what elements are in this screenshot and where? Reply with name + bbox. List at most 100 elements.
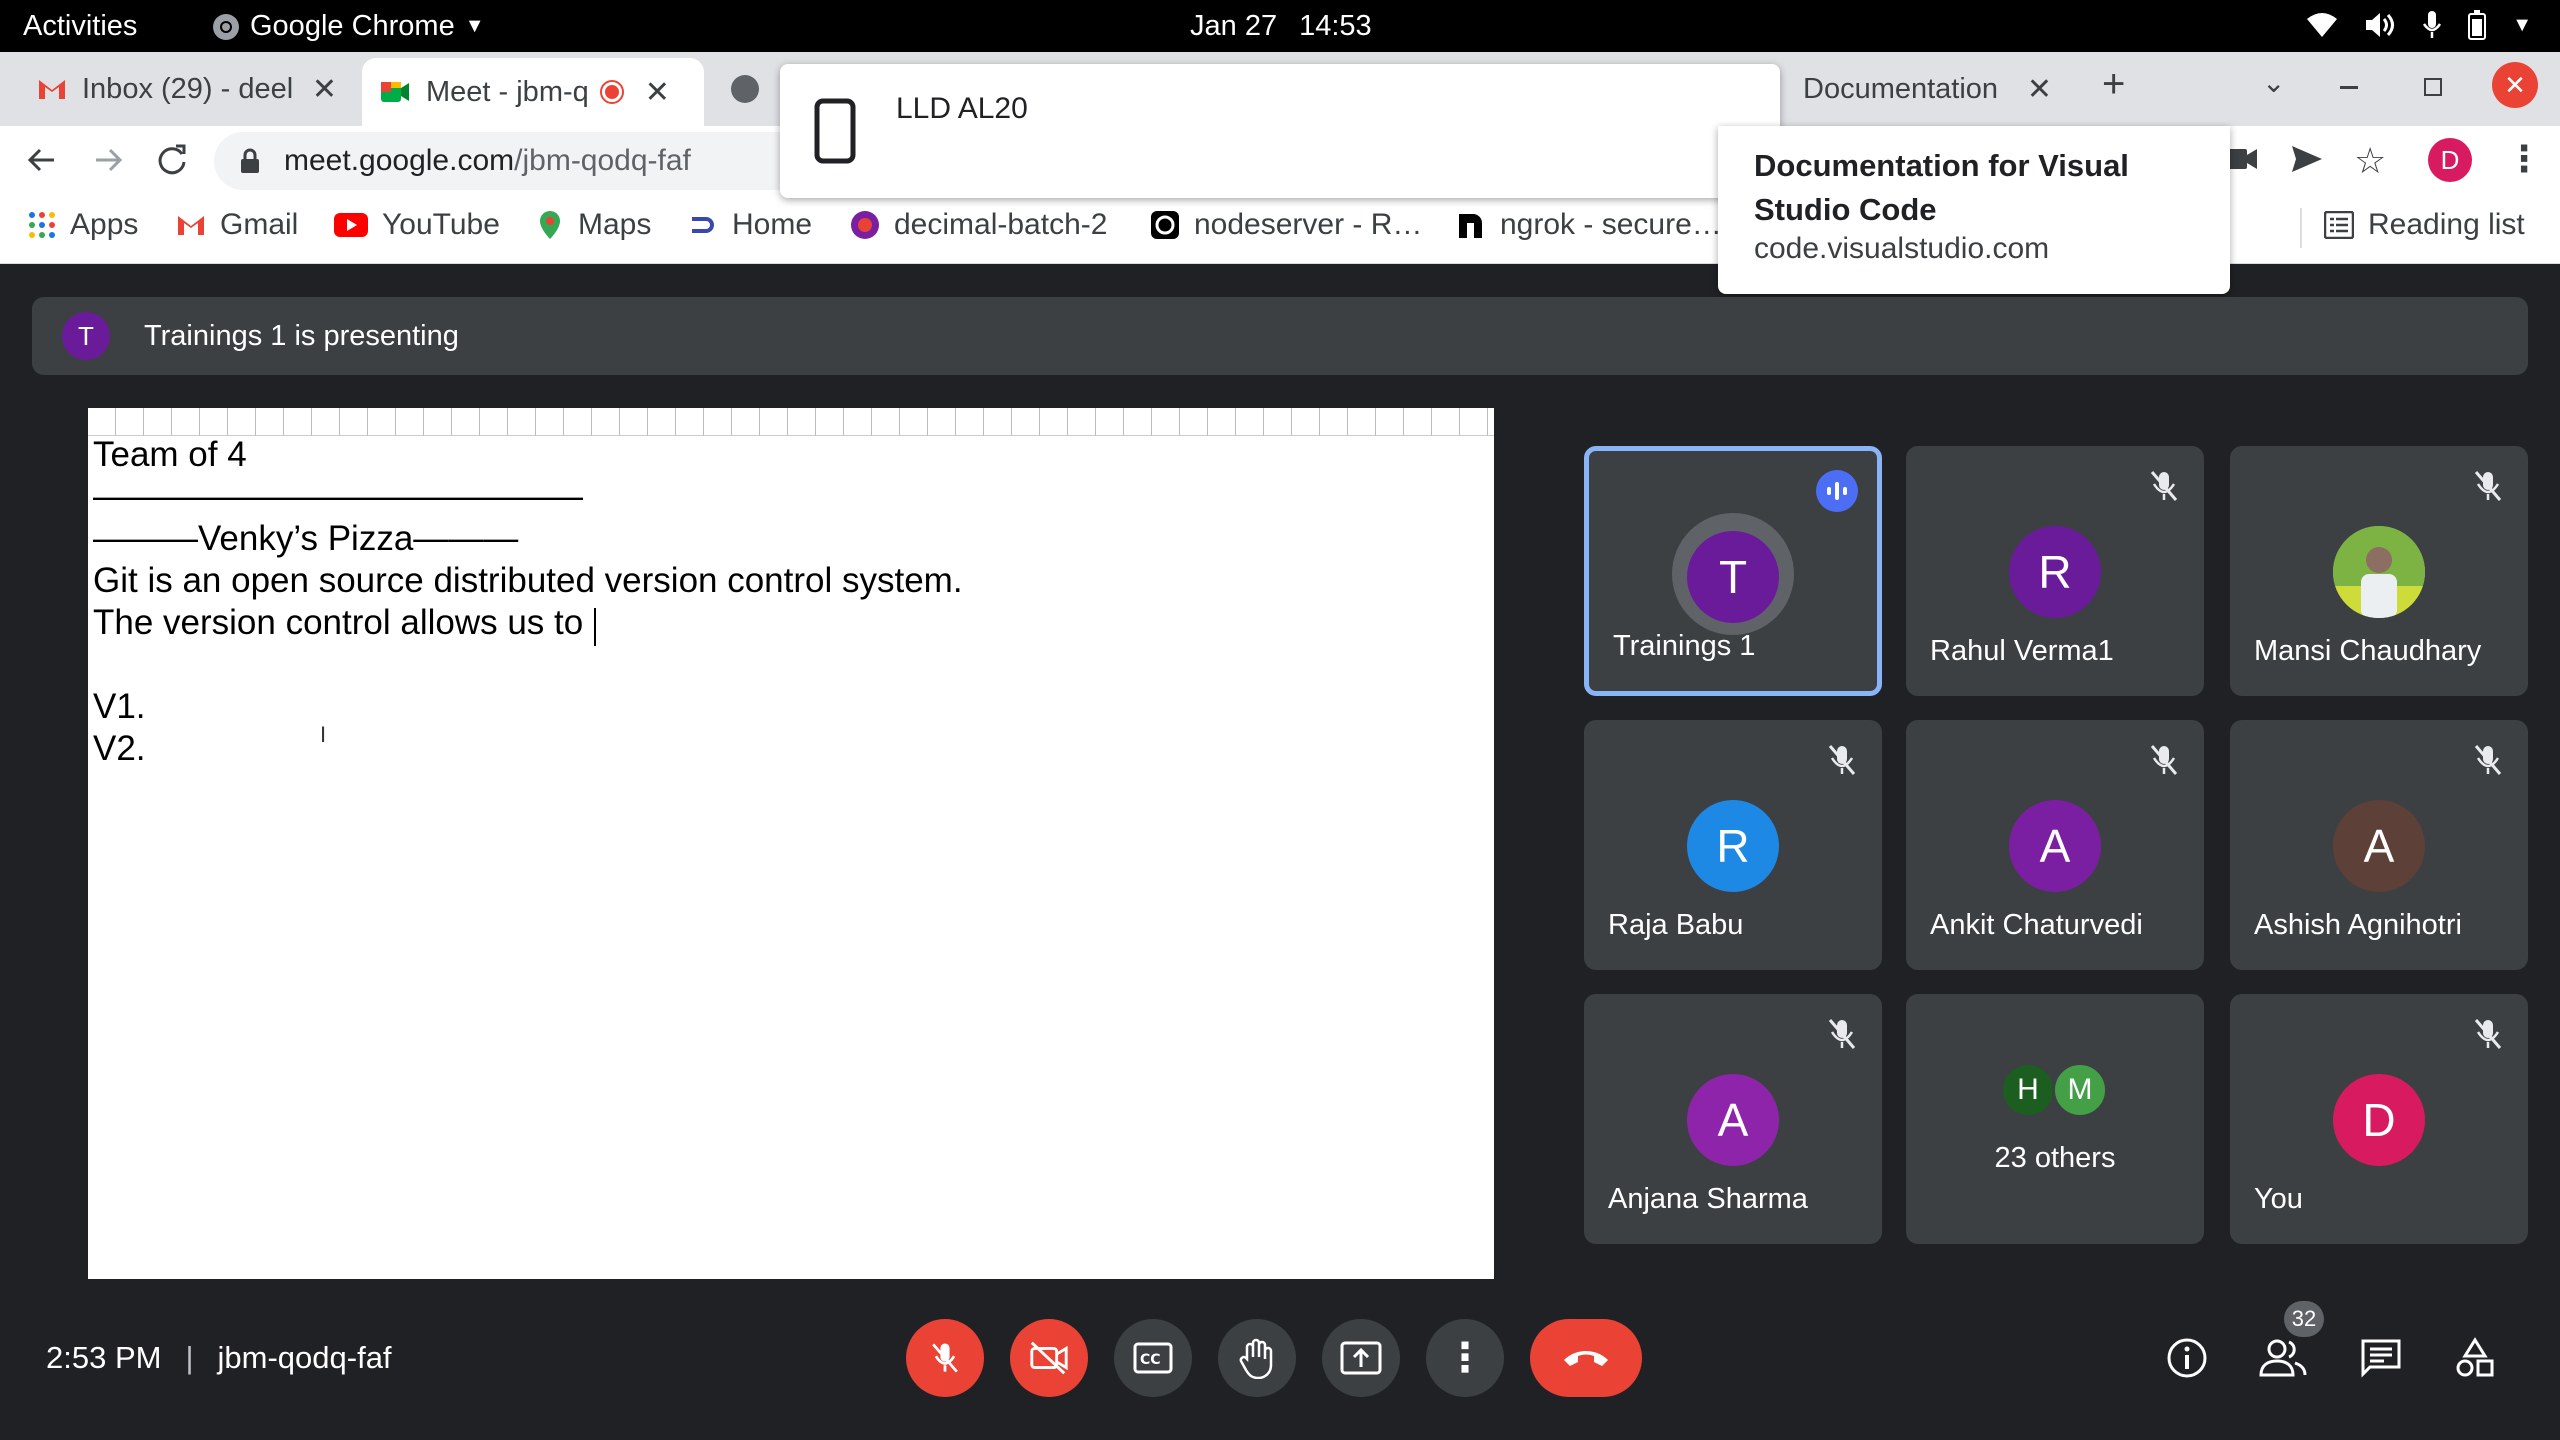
bookmark-star-icon[interactable]: ☆ (2354, 140, 2386, 182)
bookmark-youtube[interactable]: YouTube (334, 208, 500, 242)
others-tile[interactable]: H M 23 others (1906, 994, 2204, 1244)
tab-documentation[interactable]: Documentation ✕ (1785, 58, 2070, 120)
reading-list-icon (2324, 211, 2354, 239)
send-tab-icon[interactable] (2290, 144, 2324, 174)
replit-icon (1150, 210, 1180, 240)
participant-tile[interactable]: T Trainings 1 (1584, 446, 1882, 696)
leave-call-button[interactable] (1530, 1319, 1642, 1397)
activities-button[interactable] (2440, 1323, 2510, 1393)
system-tray[interactable]: ▼ (2306, 10, 2532, 40)
camera-off-icon (1028, 1338, 1070, 1378)
shared-screen: Team of 4 —————————————— ———Venky’s Pizz… (88, 408, 1494, 1279)
bookmark-label: YouTube (382, 208, 500, 241)
ngrok-icon (1456, 210, 1486, 240)
forward-icon[interactable] (90, 142, 126, 178)
participant-tile[interactable]: R Rahul Verma1 (1906, 446, 2204, 696)
bookmark-home[interactable]: Home (690, 208, 812, 242)
bookmark-ngrok[interactable]: ngrok - secure… (1456, 208, 1722, 242)
decimal-icon (850, 210, 880, 240)
avatar: A (2009, 800, 2101, 892)
close-tab-icon[interactable]: ✕ (2027, 72, 2052, 107)
doc-line: ———Venky’s Pizza——— (93, 519, 519, 558)
people-icon (2259, 1337, 2307, 1379)
close-tab-icon[interactable]: ✕ (312, 72, 337, 107)
more-vert-icon: ⋮ (1445, 1336, 1485, 1380)
doc-line: V2. (93, 729, 146, 768)
bookmark-nodeserver[interactable]: nodeserver - R… (1150, 208, 1422, 242)
home-bookmark-icon (690, 213, 718, 237)
chevron-down-icon: ▼ (464, 15, 485, 37)
camera-toggle-button[interactable] (1010, 1319, 1088, 1397)
hover-card-title: Documentation for Visual Studio Code (1754, 148, 2129, 227)
tab-meet[interactable]: Meet - jbm-q ✕ (362, 58, 704, 126)
participant-name: Trainings 1 (1613, 630, 1756, 662)
chrome-icon (212, 13, 240, 41)
time-text: 14:53 (1299, 10, 1372, 42)
closed-captions-icon: CC (1133, 1342, 1173, 1374)
bookmark-decimal-batch[interactable]: decimal-batch-2 (850, 208, 1107, 242)
minimize-button[interactable] (2340, 86, 2358, 89)
profile-avatar[interactable]: D (2428, 138, 2472, 182)
mic-toggle-button[interactable] (906, 1319, 984, 1397)
maximize-button[interactable] (2424, 78, 2442, 96)
tab-github[interactable] (712, 58, 782, 120)
apps-grid-icon (28, 211, 56, 239)
chrome-menu-icon[interactable]: ⋮ (2506, 138, 2542, 180)
bookmark-label: decimal-batch-2 (894, 208, 1108, 241)
svg-text:CC: CC (1140, 1352, 1161, 1368)
tab-gmail[interactable]: Inbox (29) - deel ✕ (20, 58, 355, 120)
close-tab-icon[interactable]: ✕ (645, 75, 670, 110)
bookmark-gmail[interactable]: Gmail (176, 208, 298, 242)
mic-off-icon (1820, 1012, 1864, 1056)
speaking-indicator-icon (1815, 469, 1859, 513)
bookmark-divider (2300, 208, 2302, 248)
meeting-details-button[interactable] (2152, 1323, 2222, 1393)
gmail-icon (38, 78, 66, 100)
participant-name: Ankit Chaturvedi (1930, 909, 2143, 941)
microphone-icon (2422, 10, 2442, 40)
people-button[interactable]: 32 (2248, 1301, 2324, 1393)
mic-off-icon (925, 1338, 965, 1378)
chat-icon (2360, 1338, 2402, 1378)
participant-name: Mansi Chaudhary (2254, 635, 2482, 667)
present-screen-button[interactable] (1322, 1319, 1400, 1397)
participant-tile[interactable]: Mansi Chaudhary (2230, 446, 2528, 696)
activities-button[interactable]: Activities (23, 10, 137, 43)
participant-tile[interactable]: R Raja Babu (1584, 720, 1882, 970)
reload-icon[interactable] (154, 142, 190, 178)
tab-title: Inbox (29) - deel (82, 72, 294, 105)
avatar: R (1687, 800, 1779, 892)
new-tab-button[interactable]: + (2102, 62, 2125, 107)
cast-device-name[interactable]: LLD AL20 (896, 92, 1028, 126)
bookmark-label: Maps (578, 208, 652, 241)
app-menu[interactable]: Google Chrome ▼ (212, 10, 485, 43)
bookmark-maps[interactable]: Maps (536, 208, 651, 242)
chat-button[interactable] (2346, 1323, 2416, 1393)
date-text: Jan 27 (1190, 10, 1278, 42)
doc-line: The version control allows us to (93, 603, 593, 642)
bookmark-apps[interactable]: Apps (28, 208, 138, 242)
clock[interactable]: Jan 27 14:53 (1190, 10, 1372, 43)
tab-search-chevron-icon[interactable]: ⌄ (2262, 66, 2285, 99)
avatar: D (2333, 1074, 2425, 1166)
participant-tile[interactable]: A Anjana Sharma (1584, 994, 1882, 1244)
activities-shapes-icon (2454, 1337, 2496, 1379)
participant-name: Ashish Agnihotri (2254, 909, 2462, 941)
mic-off-icon (2466, 1012, 2510, 1056)
reading-list-button[interactable]: Reading list (2324, 208, 2525, 242)
raise-hand-button[interactable] (1218, 1319, 1296, 1397)
more-options-button[interactable]: ⋮ (1426, 1319, 1504, 1397)
back-icon[interactable] (24, 142, 60, 178)
url-text: meet.google.com/jbm-qodq-faf (284, 144, 691, 177)
bookmark-label: Reading list (2368, 208, 2525, 241)
info-icon (2166, 1337, 2208, 1379)
close-window-button[interactable]: ✕ (2492, 62, 2538, 108)
doc-line: Team of 4 (93, 435, 247, 474)
participant-tile[interactable]: A Ankit Chaturvedi (1906, 720, 2204, 970)
captions-button[interactable]: CC (1114, 1319, 1192, 1397)
ibeam-cursor-icon: I (320, 722, 327, 747)
participant-tile[interactable]: A Ashish Agnihotri (2230, 720, 2528, 970)
self-tile[interactable]: D You (2230, 994, 2528, 1244)
maps-icon (536, 210, 564, 240)
wifi-icon (2306, 11, 2338, 39)
